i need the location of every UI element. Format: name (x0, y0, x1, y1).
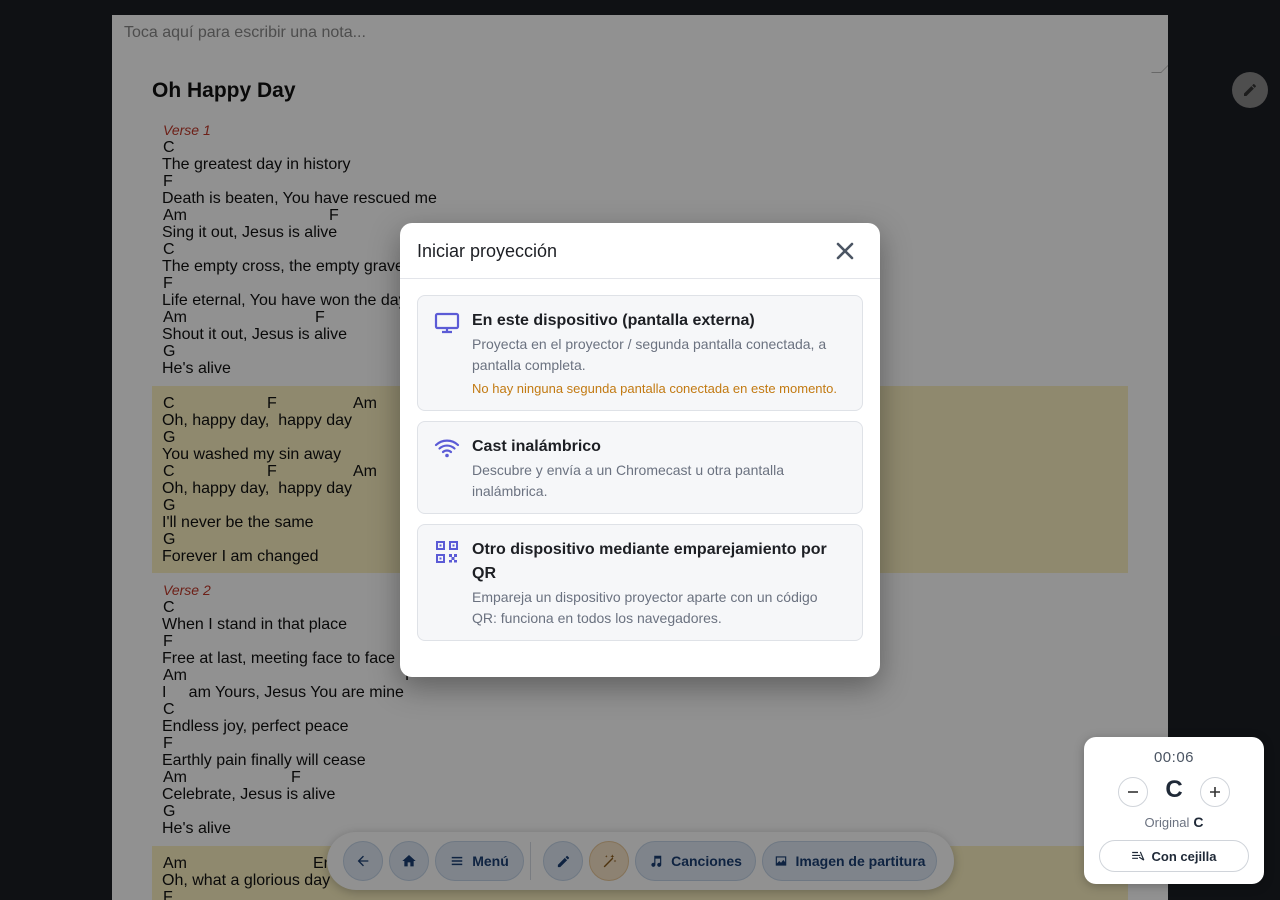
capo-icon (1132, 851, 1145, 861)
option-wireless-cast[interactable]: Cast inalámbrico Descubre y envía a un C… (417, 421, 863, 514)
original-label: Original (1144, 815, 1190, 830)
monitor-icon (434, 312, 460, 334)
minus-icon (1128, 791, 1138, 793)
option-qr-pairing[interactable]: Otro dispositivo mediante emparejamiento… (417, 524, 863, 641)
qr-code-icon (436, 541, 458, 563)
transpose-up-button[interactable] (1200, 777, 1230, 807)
timer: 00:06 (1153, 749, 1195, 766)
transpose-down-button[interactable] (1118, 777, 1148, 807)
capo-label: Con cejilla (1151, 848, 1217, 864)
current-key: C (1165, 776, 1183, 803)
option-external-display[interactable]: En este dispositivo (pantalla externa) P… (417, 295, 863, 411)
plus-icon (1210, 787, 1220, 797)
close-button[interactable] (832, 238, 858, 264)
projection-dialog: Iniciar proyección En este dispositivo (… (400, 223, 880, 677)
option-title: Cast inalámbrico (472, 438, 601, 455)
option-warning: No hay ninguna segunda pantalla conectad… (472, 381, 837, 396)
key-widget: 00:06 C Original C Con cejilla (1084, 737, 1264, 884)
option-description: Descubre y envía a un Chromecast u otra … (472, 462, 785, 499)
option-description: Empareja un dispositivo proyector aparte… (472, 589, 818, 626)
original-key-value: C (1193, 814, 1204, 830)
dialog-header: Iniciar proyección (400, 223, 880, 279)
option-description: Proyecta en el proyector / segunda panta… (472, 336, 827, 373)
dialog-body: En este dispositivo (pantalla externa) P… (400, 279, 880, 641)
wifi-icon (434, 439, 460, 458)
option-title: Otro dispositivo mediante emparejamiento… (472, 541, 827, 582)
close-icon (836, 242, 854, 260)
dialog-title: Iniciar proyección (417, 241, 558, 261)
capo-button[interactable]: Con cejilla (1099, 840, 1249, 872)
original-key: Original C (1084, 814, 1264, 830)
option-title: En este dispositivo (pantalla externa) (472, 312, 755, 329)
